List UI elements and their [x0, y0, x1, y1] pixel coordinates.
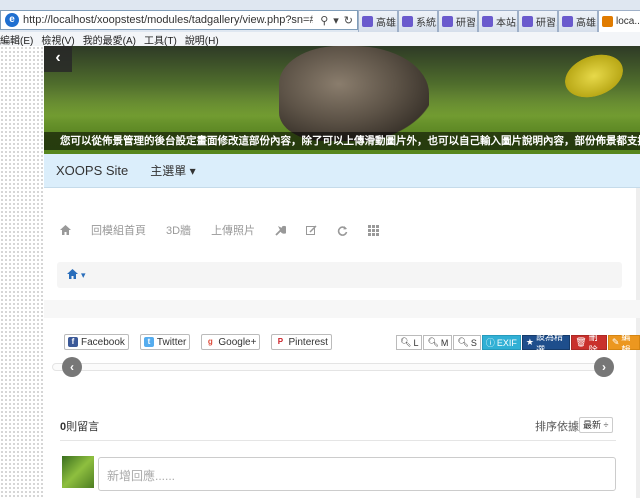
browser-tab[interactable]: 本站... — [478, 10, 518, 32]
wrench-icon[interactable] — [275, 225, 287, 236]
browser-tab-active[interactable]: loca... — [598, 10, 640, 32]
trash-icon: 🗑︎ — [575, 337, 587, 347]
tab-favicon-icon — [562, 16, 573, 27]
module-home-link[interactable]: 回模組首頁 — [91, 222, 146, 238]
menu-help[interactable]: 說明(H) — [185, 32, 227, 47]
refresh-icon[interactable]: ↻ — [344, 14, 353, 27]
facebook-icon: f — [68, 337, 78, 347]
grid-icon[interactable] — [368, 224, 380, 236]
social-share: f Facebook t Twitter g Google+ P Pintere… — [64, 334, 332, 350]
3d-wall-link[interactable]: 3D牆 — [166, 222, 191, 238]
home-icon[interactable] — [60, 225, 71, 235]
size-l-button[interactable]: 🔍︎ L — [396, 335, 423, 350]
menu-edit[interactable]: 編輯(E) — [0, 32, 41, 47]
menu-bar: 編輯(E) 檢視(V) 我的最愛(A) 工具(T) 說明(H) — [0, 32, 640, 47]
star-icon: ★ — [525, 337, 534, 347]
upload-photo-link[interactable]: 上傳照片 — [211, 222, 255, 238]
size-m-button[interactable]: 🔍︎ M — [423, 335, 453, 350]
tab-favicon-icon — [602, 16, 613, 27]
tab-favicon-icon — [362, 16, 373, 27]
sort-select[interactable]: 最新 ÷ — [579, 417, 613, 433]
divider-band — [44, 300, 640, 318]
twitter-share-button[interactable]: t Twitter — [139, 334, 191, 350]
delete-button[interactable]: 🗑︎ 刪除 — [571, 332, 607, 355]
top-navbar: XOOPS Site 主選單 ▾ — [44, 154, 640, 188]
site-brand[interactable]: XOOPS Site — [56, 163, 128, 178]
zoom-icon: 🔍︎ — [427, 337, 439, 347]
banner-prev-button[interactable]: ‹ — [44, 46, 72, 72]
url-text[interactable]: http://localhost/xoopstest/modules/tadga… — [23, 14, 313, 26]
dropdown-icon[interactable]: ▾ — [333, 14, 339, 27]
browser-tab[interactable]: 研習... — [518, 10, 558, 32]
home-icon[interactable] — [67, 268, 78, 282]
exif-button[interactable]: ⓘ EXIF — [481, 335, 521, 350]
info-icon: ⓘ — [485, 338, 495, 348]
pinterest-icon: P — [275, 337, 286, 347]
menu-tools[interactable]: 工具(T) — [144, 32, 185, 47]
browser-tab[interactable]: 高雄... — [358, 10, 398, 32]
pinterest-share-button[interactable]: P Pinterest — [271, 334, 332, 350]
breadcrumb-caret-icon[interactable]: ▾ — [81, 270, 86, 281]
comment-count: 0則留言 — [60, 421, 100, 433]
set-featured-button[interactable]: ★ 設為精選 — [521, 332, 571, 355]
comment-divider — [60, 440, 616, 441]
browser-tabs: 高雄... 系統... 研習... 本站... 研習... 高雄... loca… — [358, 10, 640, 32]
photo-actions: 🔍︎ L 🔍︎ M 🔍︎ S ⓘ EXIF ★ 設為精選 🗑︎ 刪除 ✎ 編輯 — [396, 332, 640, 355]
google-plus-share-button[interactable]: g Google+ — [201, 334, 261, 350]
breadcrumb: ▾ — [57, 262, 622, 288]
address-bar[interactable]: e http://localhost/xoopstest/modules/tad… — [0, 10, 358, 30]
size-s-button[interactable]: 🔍︎ S — [453, 335, 481, 350]
zoom-icon: 🔍︎ — [400, 337, 412, 347]
menu-view[interactable]: 檢視(V) — [41, 32, 82, 47]
twitter-icon: t — [143, 337, 154, 347]
avatar — [62, 456, 94, 488]
menu-favorites[interactable]: 我的最愛(A) — [83, 32, 144, 47]
tab-favicon-icon — [402, 16, 413, 27]
comment-input[interactable]: 新增回應...... — [98, 457, 616, 491]
refresh-icon[interactable] — [337, 225, 348, 236]
page-background — [0, 46, 44, 498]
search-icon[interactable]: ⚲ — [320, 14, 328, 27]
pencil-icon: ✎ — [611, 337, 620, 347]
edit-button[interactable]: ✎ 編輯 — [607, 332, 640, 355]
zoom-icon: 🔍︎ — [457, 337, 469, 347]
browser-tab[interactable]: 系統... — [398, 10, 438, 32]
banner-caption: 您可以從佈景管理的後台設定畫面修改這部份內容，除了可以上傳滑動圖片外，也可以自己… — [44, 132, 640, 150]
tab-favicon-icon — [522, 16, 533, 27]
tab-favicon-icon — [442, 16, 453, 27]
ie-icon: e — [5, 13, 19, 27]
edit-icon[interactable] — [306, 224, 317, 236]
next-photo-button[interactable]: › — [594, 357, 614, 377]
main-menu-dropdown[interactable]: 主選單 ▾ — [150, 162, 195, 179]
gallery-toolbar: 回模組首頁 3D牆 上傳照片 — [60, 222, 399, 238]
browser-tab[interactable]: 研習... — [438, 10, 478, 32]
prev-photo-button[interactable]: ‹ — [62, 357, 82, 377]
kitten-image — [279, 46, 429, 141]
sort-label: 排序依據 — [535, 421, 579, 433]
facebook-share-button[interactable]: f Facebook — [64, 334, 129, 350]
tab-favicon-icon — [482, 16, 493, 27]
browser-chrome: e http://localhost/xoopstest/modules/tad… — [0, 0, 640, 47]
google-plus-icon: g — [205, 337, 216, 347]
thumbnail-strip — [52, 363, 612, 371]
banner-slider: ‹ 您可以從佈景管理的後台設定畫面修改這部份內容，除了可以上傳滑動圖片外，也可以… — [44, 46, 640, 154]
browser-tab[interactable]: 高雄... — [558, 10, 598, 32]
